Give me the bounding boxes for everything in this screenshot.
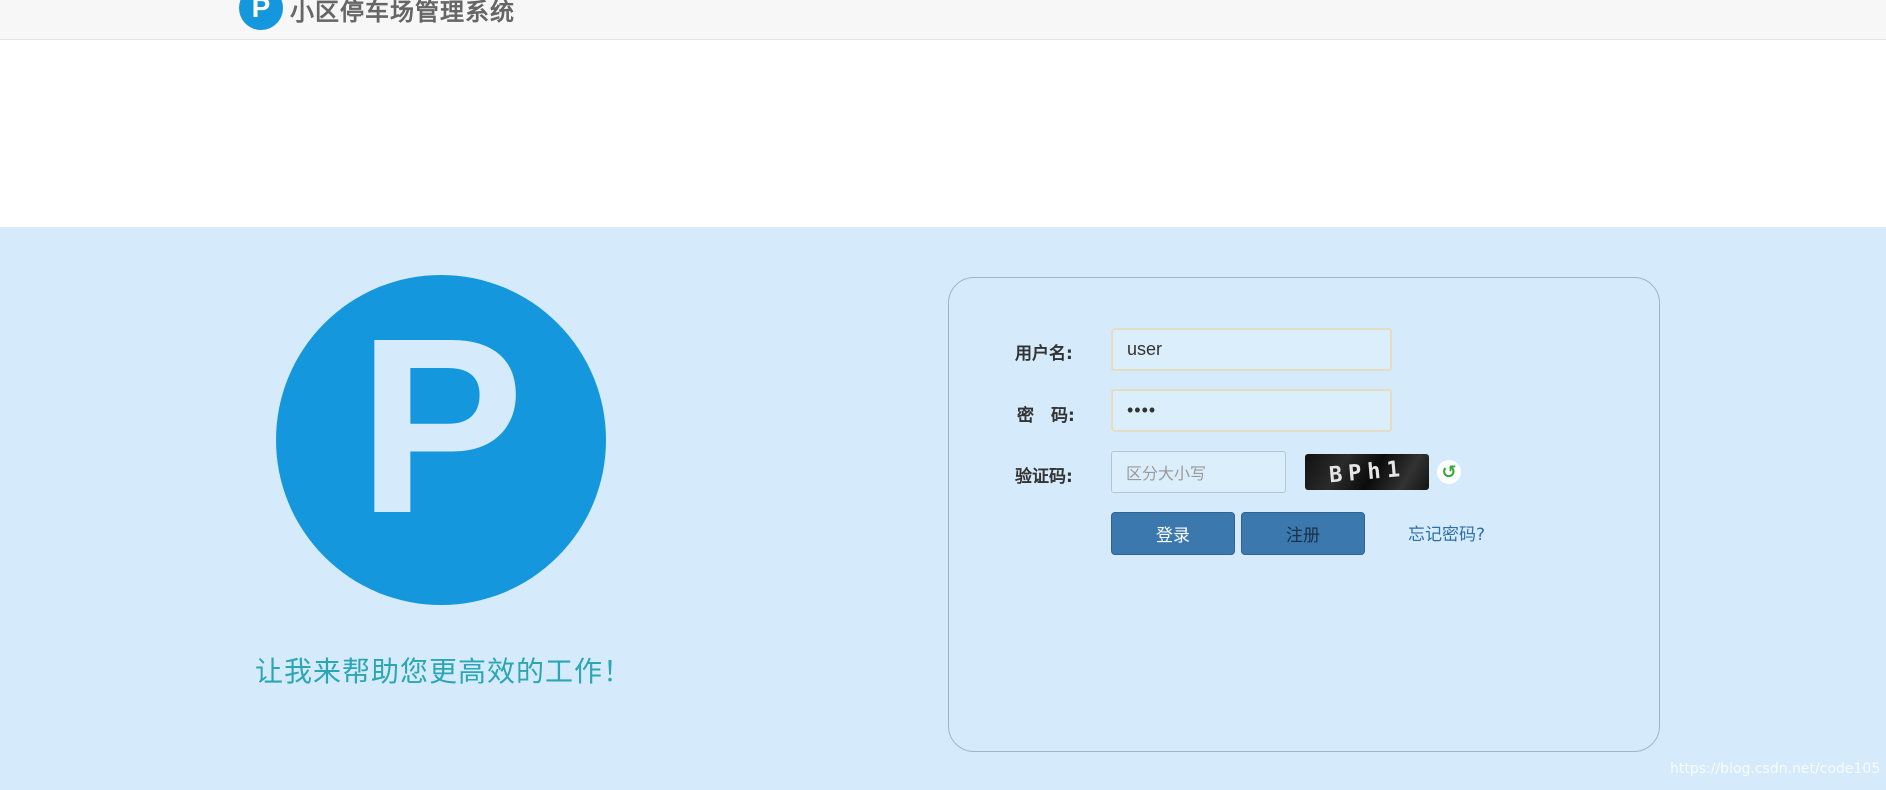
- captcha-image[interactable]: BPh1: [1305, 454, 1429, 490]
- login-button[interactable]: 登录: [1111, 512, 1235, 555]
- top-bar: P 小区停车场管理系统: [0, 0, 1886, 40]
- watermark: https://blog.csdn.net/code105: [1670, 761, 1881, 777]
- username-label: 用户名:: [1015, 344, 1073, 364]
- captcha-input[interactable]: 区分大小写: [1111, 451, 1286, 493]
- app-title: 小区停车场管理系统: [290, 0, 515, 26]
- register-button[interactable]: 注册: [1241, 512, 1365, 555]
- captcha-text: BPh1: [1327, 456, 1407, 488]
- username-input[interactable]: user: [1111, 328, 1392, 371]
- parking-logo-large-icon: P: [276, 275, 606, 605]
- parking-logo-icon: P: [239, 0, 283, 30]
- password-label: 密 码:: [1017, 406, 1075, 426]
- slogan: 让我来帮助您更高效的工作！: [255, 655, 633, 688]
- forgot-password-link[interactable]: 忘记密码?: [1408, 520, 1485, 545]
- captcha-label: 验证码:: [1015, 467, 1073, 487]
- logo-letter: P: [357, 286, 525, 565]
- refresh-icon[interactable]: ↺: [1437, 460, 1461, 484]
- password-input[interactable]: ••••: [1111, 389, 1392, 432]
